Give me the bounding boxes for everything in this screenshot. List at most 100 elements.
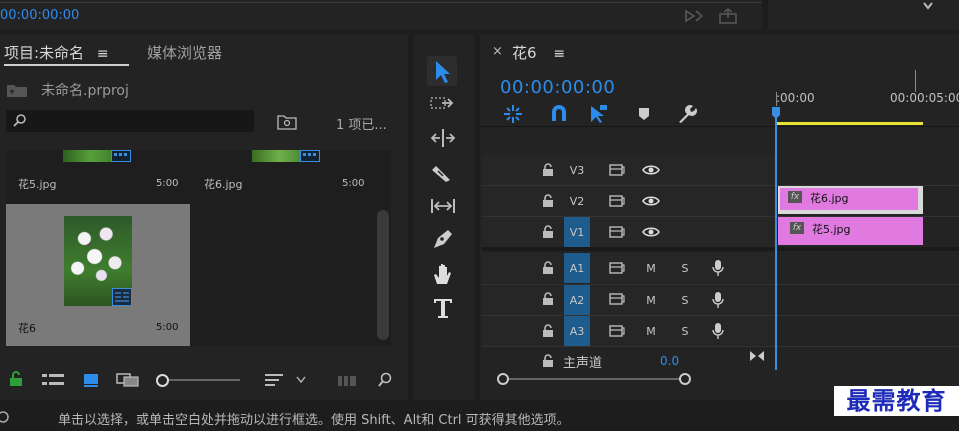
hand-tool-icon[interactable] (430, 262, 456, 286)
project-item[interactable]: 花6.jpg 5:00 (192, 150, 376, 202)
sync-lock-icon[interactable] (609, 163, 625, 177)
work-area-bar[interactable] (776, 122, 923, 125)
master-volume-value[interactable]: 0.0 (660, 354, 679, 368)
mute-button-a2[interactable]: M (638, 285, 664, 315)
sync-lock-icon[interactable] (609, 292, 625, 306)
selection-tool[interactable] (427, 56, 457, 86)
lock-icon[interactable] (542, 292, 554, 306)
sync-lock-icon[interactable] (609, 194, 625, 208)
export-frame-icon[interactable] (684, 9, 704, 23)
track-header-a1[interactable] (482, 253, 776, 283)
chevron-down-icon[interactable] (296, 376, 306, 384)
time-ruler[interactable]: :00:00 00:00:05:00 (776, 70, 959, 126)
mute-button-a1[interactable]: M (638, 253, 664, 283)
track-target-a1[interactable]: A1 (564, 253, 590, 283)
project-item[interactable]: 花5.jpg 5:00 (6, 150, 190, 202)
clip-name: 花5.jpg (812, 223, 851, 236)
track-header-v2[interactable] (482, 186, 776, 216)
monitor-divider (0, 2, 762, 3)
icon-view-icon[interactable] (83, 373, 99, 387)
find-icon[interactable] (377, 372, 393, 388)
hamburger-icon[interactable]: ≡ (553, 46, 565, 62)
sync-lock-icon[interactable] (609, 225, 625, 239)
eye-icon[interactable] (642, 164, 660, 176)
lock-icon[interactable] (542, 163, 554, 177)
tab-media-browser[interactable]: 媒体浏览器 (147, 42, 222, 63)
lock-icon[interactable] (9, 371, 23, 387)
solo-button-a2[interactable]: S (672, 285, 698, 315)
right-panel-strip (768, 0, 959, 30)
linked-selection-icon[interactable] (588, 103, 610, 125)
snap-icon[interactable] (548, 103, 570, 125)
slip-tool-icon[interactable] (430, 196, 456, 216)
track-target-v2[interactable]: V2 (564, 186, 590, 216)
item-count: 1 项已... (336, 118, 387, 133)
zoom-slider-handle[interactable] (156, 374, 169, 387)
wrench-icon[interactable] (675, 103, 697, 125)
add-marker-icon[interactable] (637, 106, 651, 122)
go-to-in-out-icon[interactable] (749, 350, 765, 362)
find-in-folder-icon[interactable] (277, 114, 297, 130)
playhead-timecode[interactable]: 00:00:00:00 (500, 77, 615, 98)
bin-grid: 花5.jpg 5:00 花6.jpg 5:00 花6 5:00 (6, 150, 391, 346)
type-tool-icon[interactable] (430, 296, 456, 320)
track-header-v3[interactable] (482, 155, 776, 185)
solo-button-a1[interactable]: S (672, 253, 698, 283)
eye-icon[interactable] (642, 226, 660, 238)
track-target-a3[interactable]: A3 (564, 316, 590, 346)
track-target-v3[interactable]: V3 (564, 155, 590, 185)
razor-tool-icon[interactable] (430, 162, 456, 184)
track-select-tool-icon[interactable] (430, 94, 456, 114)
microphone-icon[interactable] (712, 259, 724, 277)
track-line (482, 284, 959, 285)
search-input[interactable] (6, 110, 254, 132)
item-name: 花6 (18, 322, 36, 335)
microphone-icon[interactable] (712, 322, 724, 340)
close-tab-icon[interactable]: × (492, 44, 503, 59)
track-header-v1[interactable] (482, 217, 776, 247)
automate-to-sequence-icon[interactable] (338, 375, 358, 387)
fx-badge-icon: fx (788, 191, 802, 203)
clip-v1[interactable]: fx 花5.jpg (778, 217, 923, 245)
microphone-icon[interactable] (712, 291, 724, 309)
sync-lock-icon[interactable] (609, 324, 625, 338)
project-file-name: 未命名.prproj (41, 83, 129, 99)
scrollbar-handle-left[interactable] (497, 373, 509, 385)
hamburger-icon[interactable]: ≡ (97, 46, 109, 62)
list-view-icon[interactable] (42, 373, 64, 387)
share-icon[interactable] (718, 8, 738, 24)
lock-icon[interactable] (542, 354, 554, 368)
scrollbar[interactable] (377, 210, 389, 340)
ripple-edit-tool-icon[interactable] (430, 128, 456, 148)
scrollbar-handle-right[interactable] (679, 373, 691, 385)
track-header-a3[interactable] (482, 316, 776, 346)
eye-icon[interactable] (642, 195, 660, 207)
status-icon (0, 411, 9, 423)
panel-menu-icon[interactable] (922, 0, 934, 12)
timeline-zoom-scrollbar[interactable] (497, 373, 691, 385)
tab-project[interactable]: 项目:未命名 ≡ (4, 42, 109, 63)
track-target-a2[interactable]: A2 (564, 285, 590, 315)
playhead-handle[interactable] (771, 106, 781, 120)
solo-button-a3[interactable]: S (672, 316, 698, 346)
freeform-view-icon[interactable] (116, 373, 140, 387)
zoom-slider[interactable] (156, 373, 242, 387)
pen-tool-icon[interactable] (430, 228, 456, 250)
lock-icon[interactable] (542, 261, 554, 275)
sync-lock-icon[interactable] (609, 261, 625, 275)
lock-icon[interactable] (542, 324, 554, 338)
program-timecode[interactable]: 00:00:00:00 (0, 8, 79, 23)
lock-icon[interactable] (542, 194, 554, 208)
project-item-selected[interactable]: 花6 5:00 (6, 204, 190, 346)
nest-icon[interactable] (502, 103, 524, 125)
zoom-slider-track (162, 379, 240, 381)
playhead-line[interactable] (775, 118, 777, 370)
track-target-v1[interactable]: V1 (564, 217, 590, 247)
clip-v2[interactable]: fx 花6.jpg (778, 186, 923, 214)
lock-icon[interactable] (542, 225, 554, 239)
mute-button-a3[interactable]: M (638, 316, 664, 346)
sort-icon[interactable] (265, 373, 285, 387)
track-header-a2[interactable] (482, 285, 776, 315)
folder-up-icon[interactable] (6, 82, 28, 98)
sequence-tab[interactable]: 花6 ≡ (512, 42, 565, 63)
